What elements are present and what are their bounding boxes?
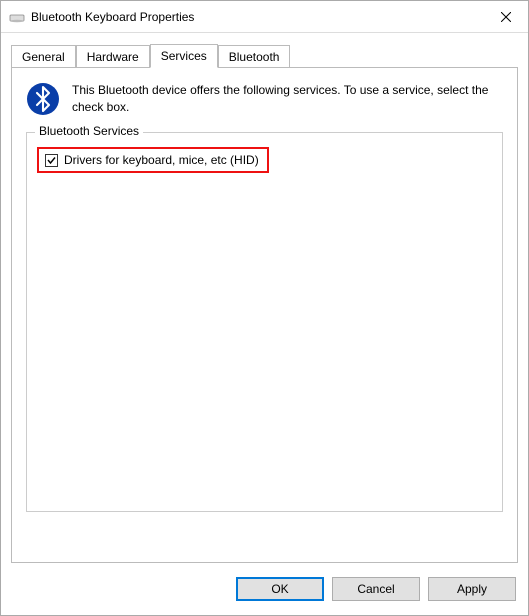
close-button[interactable]: [483, 2, 528, 32]
cancel-button[interactable]: Cancel: [332, 577, 420, 601]
panel-description: This Bluetooth device offers the followi…: [72, 82, 503, 116]
ok-button[interactable]: OK: [236, 577, 324, 601]
tab-general[interactable]: General: [11, 45, 76, 68]
tab-strip: General Hardware Services Bluetooth: [11, 43, 518, 67]
service-hid-label: Drivers for keyboard, mice, etc (HID): [64, 153, 259, 167]
highlight-annotation: Drivers for keyboard, mice, etc (HID): [37, 147, 269, 173]
service-hid-checkbox[interactable]: [45, 154, 58, 167]
dialog-buttons: OK Cancel Apply: [1, 563, 528, 615]
tab-services[interactable]: Services: [150, 44, 218, 68]
window-title: Bluetooth Keyboard Properties: [31, 10, 483, 24]
tab-hardware[interactable]: Hardware: [76, 45, 150, 68]
panel-header: This Bluetooth device offers the followi…: [26, 82, 503, 116]
fieldset-legend: Bluetooth Services: [35, 124, 143, 138]
titlebar: Bluetooth Keyboard Properties: [1, 1, 528, 33]
properties-window: Bluetooth Keyboard Properties General Ha…: [0, 0, 529, 616]
device-icon: [9, 9, 25, 25]
bluetooth-services-fieldset: Bluetooth Services Drivers for keyboard,…: [26, 132, 503, 512]
tab-panel-services: This Bluetooth device offers the followi…: [11, 67, 518, 563]
bluetooth-icon: [26, 82, 60, 116]
apply-button[interactable]: Apply: [428, 577, 516, 601]
tab-bluetooth[interactable]: Bluetooth: [218, 45, 291, 68]
content-area: General Hardware Services Bluetooth This…: [1, 33, 528, 563]
